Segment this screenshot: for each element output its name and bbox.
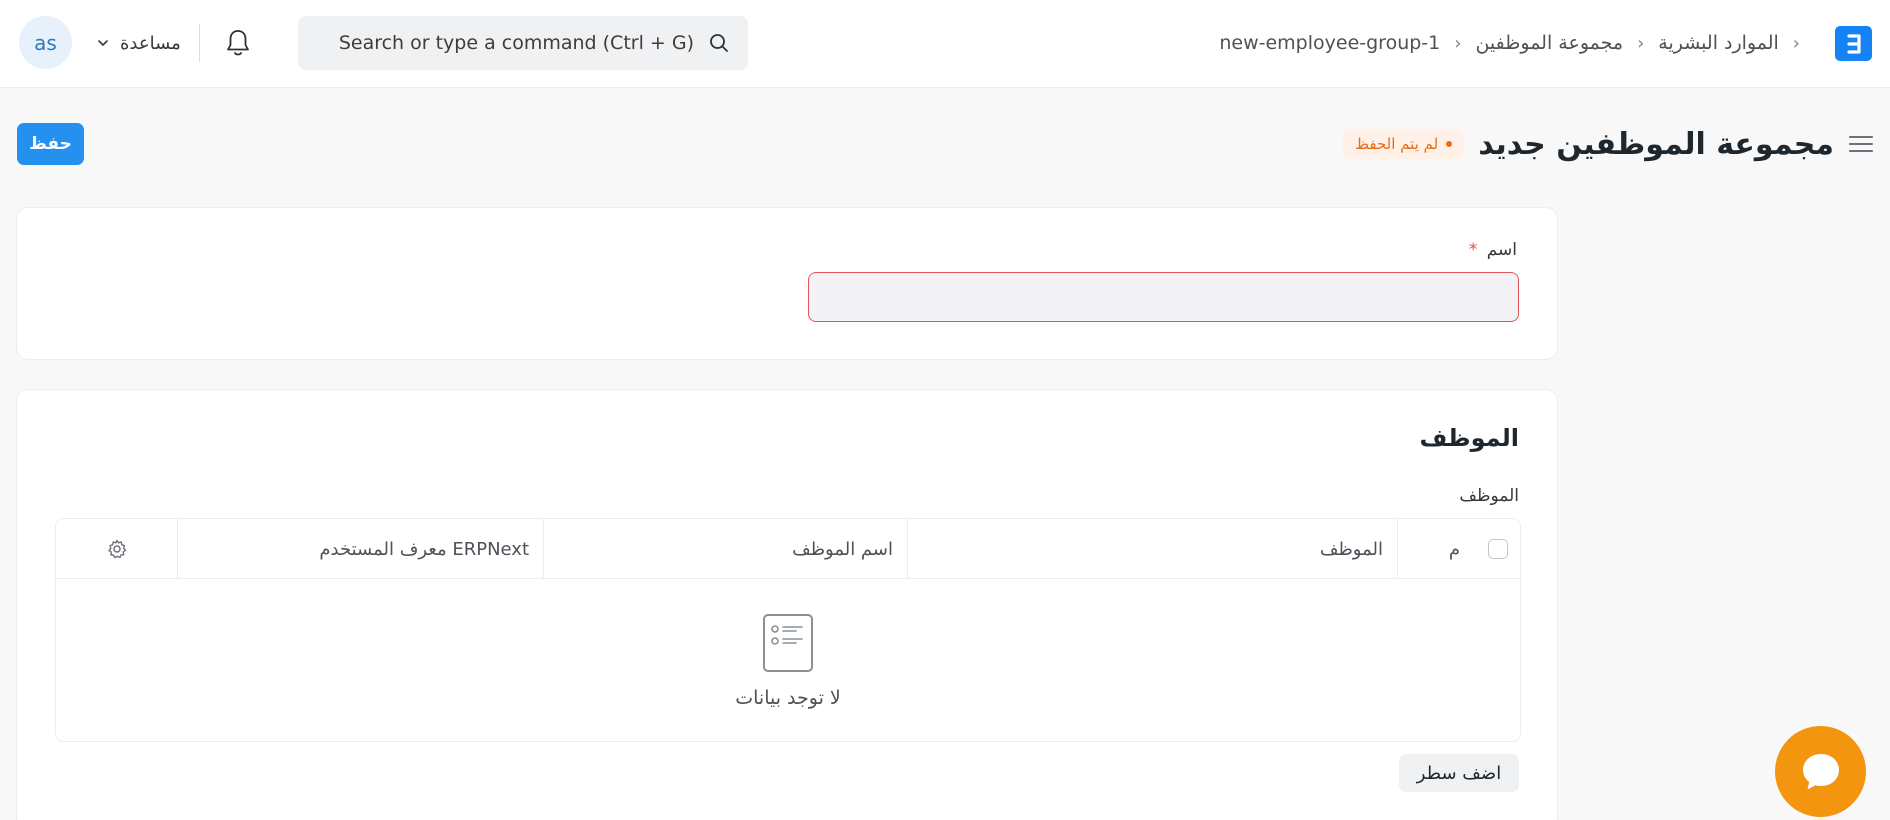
search-bar[interactable]: Search or type a command (Ctrl + G): [298, 16, 748, 70]
page-head: مجموعة الموظفين جديد لم يتم الحفظ: [1343, 124, 1874, 164]
required-mark: *: [1468, 240, 1478, 260]
column-employee: الموظف: [908, 519, 1398, 579]
breadcrumb-current[interactable]: new-employee-group-1: [1219, 32, 1440, 54]
column-no-label: م: [1448, 538, 1460, 560]
column-erpnext-user: معرف المستخدم ERPNext: [178, 519, 544, 579]
employees-table-label: الموظف: [1459, 486, 1519, 506]
name-field-label: اسم *: [1469, 240, 1517, 260]
empty-text: لا توجد بيانات: [735, 687, 841, 709]
breadcrumb-separator: ›: [1454, 32, 1462, 54]
bell-icon[interactable]: [224, 28, 252, 58]
breadcrumb-separator: ›: [1792, 32, 1800, 54]
search-placeholder: Search or type a command (Ctrl + G): [338, 32, 694, 54]
column-row-number: م: [1398, 519, 1520, 579]
breadcrumb: new-employee-group-1 › مجموعة الموظفين ›…: [1219, 26, 1800, 60]
employees-table: معرف المستخدم ERPNext اسم الموظف الموظف …: [55, 518, 1521, 742]
chat-button[interactable]: [1775, 726, 1866, 817]
breadcrumb-module[interactable]: الموارد البشرية: [1658, 32, 1779, 54]
search-icon: [710, 34, 728, 52]
empty-list-icon: [763, 614, 813, 672]
help-label: مساعدة: [120, 32, 181, 54]
status-dot: [1446, 141, 1453, 147]
navbar: as مساعدة Search or type a command (Ctrl…: [0, 0, 1890, 88]
section-title: الموظف: [1419, 424, 1519, 452]
chat-icon: [1802, 753, 1839, 789]
breadcrumb-separator: ›: [1637, 32, 1645, 54]
add-row-button[interactable]: اضف سطر: [1399, 754, 1519, 792]
select-all-checkbox[interactable]: [1488, 539, 1508, 559]
avatar-initials: as: [34, 30, 57, 55]
erpnext-logo-icon[interactable]: [1835, 26, 1872, 61]
gear-icon[interactable]: [106, 538, 128, 560]
column-settings[interactable]: [56, 519, 178, 579]
logo-glyph: [1846, 33, 1861, 54]
avatar[interactable]: as: [19, 16, 72, 69]
name-input[interactable]: [808, 272, 1519, 322]
empty-state: لا توجد بيانات: [56, 579, 1520, 741]
page-title: مجموعة الموظفين جديد: [1478, 126, 1834, 162]
breadcrumb-doctype[interactable]: مجموعة الموظفين: [1475, 32, 1623, 54]
save-button[interactable]: حفظ: [17, 123, 84, 165]
help-dropdown[interactable]: مساعدة: [96, 28, 181, 58]
employees-section-card: الموظف الموظف معرف المستخدم ERPNext اسم …: [16, 389, 1558, 820]
status-text: لم يتم الحفظ: [1355, 135, 1439, 153]
status-badge: لم يتم الحفظ: [1343, 129, 1465, 159]
column-employee-name: اسم الموظف: [544, 519, 908, 579]
name-section-card: اسم *: [16, 207, 1558, 360]
name-label-text: اسم: [1486, 240, 1517, 260]
navbar-divider: [199, 24, 200, 62]
chevron-down-icon: [98, 40, 108, 46]
table-header: معرف المستخدم ERPNext اسم الموظف الموظف …: [56, 519, 1520, 579]
menu-icon[interactable]: [1848, 133, 1874, 155]
